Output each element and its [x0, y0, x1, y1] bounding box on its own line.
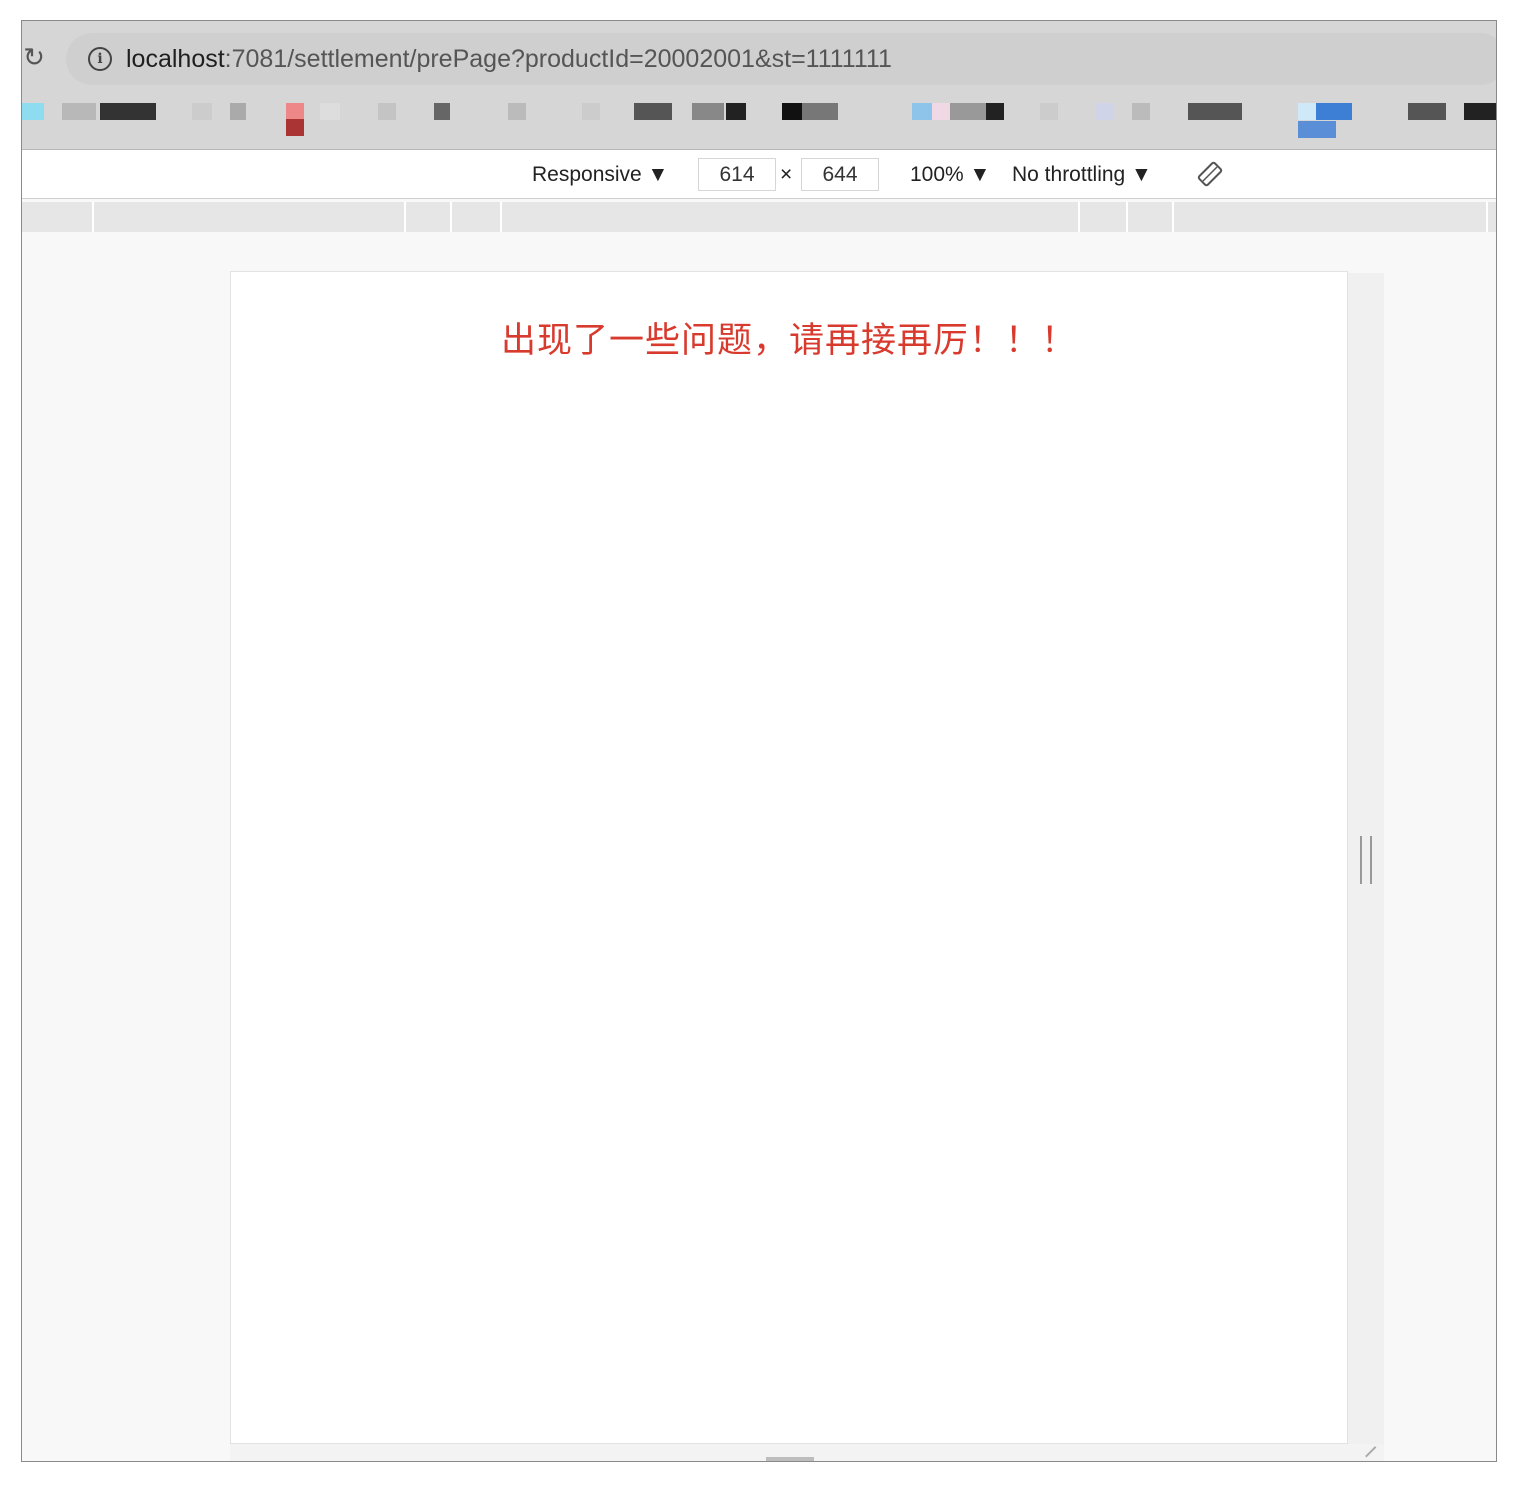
- browser-chrome: ↻ i localhost:7081/settlement/prePage?pr…: [22, 21, 1496, 150]
- media-query-marker: [1126, 202, 1128, 232]
- rotate-icon[interactable]: [1196, 160, 1224, 188]
- bookmark-blur: [1408, 103, 1446, 120]
- bookmark-blur: [932, 103, 950, 120]
- bookmark-blur: [782, 103, 802, 120]
- url-text[interactable]: localhost:7081/settlement/prePage?produc…: [126, 45, 892, 74]
- bookmark-blur: [1040, 103, 1058, 120]
- bookmark-blur: [802, 103, 838, 120]
- media-query-bar[interactable]: [22, 202, 1496, 232]
- bookmark-blur: [434, 103, 450, 120]
- browser-window: ↻ i localhost:7081/settlement/prePage?pr…: [21, 20, 1497, 1462]
- dimension-separator: ×: [780, 162, 793, 186]
- bookmark-blur: [100, 103, 156, 120]
- viewport-width-input[interactable]: [698, 158, 776, 191]
- media-query-marker: [1078, 202, 1080, 232]
- bookmark-blur: [986, 103, 1004, 120]
- viewport-height-input[interactable]: [801, 158, 879, 191]
- bookmarks-bar-pixelated: [22, 91, 1496, 149]
- bookmark-blur: [192, 103, 212, 120]
- bookmark-blur: [22, 103, 44, 120]
- bookmark-blur: [1464, 103, 1496, 120]
- resize-handle-bottom[interactable]: [766, 1457, 814, 1461]
- bookmark-blur: [378, 103, 396, 120]
- emulated-viewport: 出现了一些问题，请再接再厉！！！: [230, 271, 1348, 1444]
- url-path: :7081/settlement/prePage?productId=20002…: [224, 44, 892, 73]
- device-mode-select[interactable]: Responsive ▼: [532, 150, 668, 199]
- media-query-marker: [500, 202, 502, 232]
- throttling-select[interactable]: No throttling ▼: [1012, 150, 1152, 199]
- resize-handle-right[interactable]: [1360, 836, 1372, 884]
- bookmark-blur: [1316, 103, 1352, 120]
- bookmark-blur: [1096, 103, 1114, 120]
- bookmark-blur: [286, 103, 304, 120]
- bookmark-blur: [1298, 103, 1316, 120]
- bookmark-blur: [508, 103, 526, 120]
- media-query-marker: [1486, 202, 1488, 232]
- bookmark-blur: [692, 103, 724, 120]
- bookmark-blur: [1188, 103, 1242, 120]
- media-query-marker: [450, 202, 452, 232]
- bookmark-blur: [1298, 121, 1336, 138]
- bookmark-blur: [320, 103, 340, 120]
- zoom-select[interactable]: 100% ▼: [910, 150, 990, 199]
- bookmark-blur: [726, 103, 746, 120]
- bookmark-blur: [62, 103, 96, 120]
- media-query-marker: [92, 202, 94, 232]
- reload-icon[interactable]: ↻: [22, 43, 46, 73]
- media-query-marker: [1172, 202, 1174, 232]
- info-icon[interactable]: i: [88, 47, 112, 71]
- bookmark-blur: [950, 103, 986, 120]
- bookmark-blur: [286, 119, 304, 136]
- error-message: 出现了一些问题，请再接再厉！！！: [500, 321, 1077, 361]
- bookmark-blur: [230, 103, 246, 120]
- device-toolbar: Responsive ▼ × 100% ▼ No throttling ▼: [22, 150, 1496, 199]
- address-bar[interactable]: i localhost:7081/settlement/prePage?prod…: [66, 33, 1496, 85]
- bookmark-blur: [1132, 103, 1150, 120]
- bookmark-blur: [634, 103, 672, 120]
- bookmark-blur: [582, 103, 600, 120]
- bookmark-blur: [912, 103, 932, 120]
- url-host: localhost: [126, 44, 225, 73]
- media-query-marker: [404, 202, 406, 232]
